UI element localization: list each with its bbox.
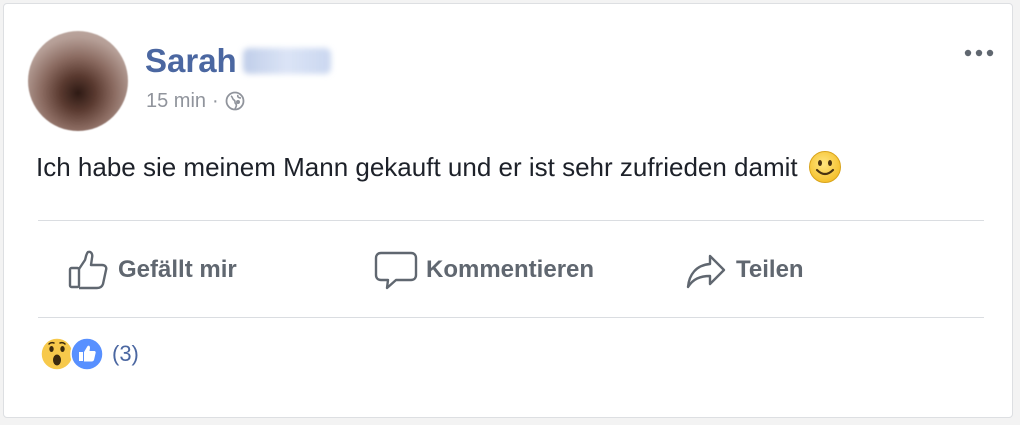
thumbs-up-icon xyxy=(66,248,110,292)
reactions-summary[interactable]: (3) xyxy=(40,336,139,372)
action-bar: Gefällt mir Kommentieren Teilen xyxy=(38,224,984,318)
avatar[interactable] xyxy=(28,31,128,131)
share-arrow-icon xyxy=(684,248,728,292)
wow-reaction-icon xyxy=(40,337,74,371)
more-options-icon[interactable] xyxy=(962,45,996,61)
comment-button[interactable]: Kommentieren xyxy=(374,246,594,294)
meta-separator: · xyxy=(212,89,219,112)
like-reaction-icon xyxy=(70,337,104,371)
post-timestamp[interactable]: 15 min xyxy=(146,90,206,113)
comment-label: Kommentieren xyxy=(426,256,595,283)
share-button[interactable]: Teilen xyxy=(684,246,804,294)
divider-bottom xyxy=(38,317,984,318)
smiley-icon xyxy=(808,150,842,184)
like-button[interactable]: Gefällt mir xyxy=(66,246,237,294)
divider-top xyxy=(38,220,984,221)
author[interactable]: Sarah xyxy=(145,41,331,81)
globe-icon[interactable] xyxy=(225,91,245,111)
post-text: Ich habe sie meinem Mann gekauft und er … xyxy=(36,148,842,186)
post-meta: 15 min · xyxy=(146,89,245,113)
like-label: Gefällt mir xyxy=(118,256,237,283)
reaction-count[interactable]: (3) xyxy=(112,341,139,367)
post-card: Sarah 15 min · Ich habe sie meinem Mann … xyxy=(3,3,1013,418)
blurred-surname xyxy=(242,48,331,74)
comment-bubble-icon xyxy=(374,248,418,292)
author-name[interactable]: Sarah xyxy=(145,41,237,81)
share-label: Teilen xyxy=(736,256,804,283)
post-message: Ich habe sie meinem Mann gekauft und er … xyxy=(36,152,798,182)
